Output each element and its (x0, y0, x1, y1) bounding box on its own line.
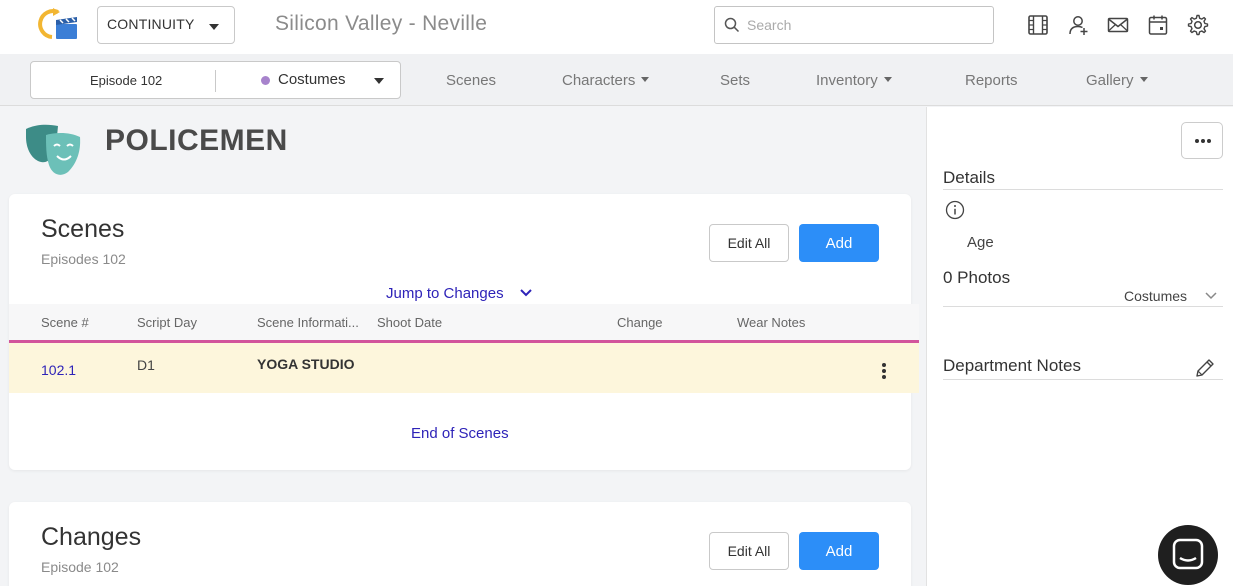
department-select[interactable]: Costumes (278, 71, 346, 88)
settings-icon[interactable] (1187, 14, 1209, 36)
age-label: Age (967, 234, 994, 251)
app-mode-label: CONTINUITY (107, 16, 195, 32)
divider (943, 379, 1223, 380)
caret-down-icon (883, 76, 892, 82)
divider (215, 70, 216, 92)
nav-sets[interactable]: Sets (720, 72, 750, 89)
column-header[interactable]: Scene Informati... (257, 315, 359, 330)
department-color-dot (261, 76, 270, 85)
search-input[interactable] (747, 15, 985, 35)
scene-information: YOGA STUDIO (257, 356, 355, 372)
app-logo-icon[interactable] (38, 6, 80, 44)
nav-label: Reports (965, 72, 1018, 89)
scenes-table-header: Scene # Script Day Scene Informati... Sh… (9, 304, 919, 340)
more-options-button[interactable] (1181, 122, 1223, 159)
changes-edit-all-button[interactable]: Edit All (709, 532, 789, 570)
chevron-down-icon[interactable] (1205, 290, 1217, 300)
column-header[interactable]: Change (617, 315, 663, 330)
table-row[interactable]: 102.1 D1 YOGA STUDIO (9, 343, 919, 393)
changes-title: Changes (41, 523, 142, 551)
episode-select[interactable]: Episode 102 (90, 73, 162, 88)
edit-pencil-icon[interactable] (1194, 357, 1216, 379)
nav-label: Scenes (446, 72, 497, 89)
jump-label: Jump to Changes (386, 285, 504, 302)
jump-to-changes-link[interactable]: Jump to Changes (386, 285, 532, 302)
caret-down-icon (1139, 76, 1148, 82)
caret-down-icon[interactable] (374, 78, 384, 84)
search-box[interactable] (714, 6, 994, 44)
info-icon[interactable] (945, 200, 965, 220)
project-title: Silicon Valley - Neville (275, 12, 488, 35)
changes-subtitle: Episode 102 (41, 559, 119, 575)
scene-number-link[interactable]: 102.1 (41, 362, 76, 378)
page-title: POLICEMEN (105, 124, 288, 157)
chat-launcher-button[interactable] (1158, 525, 1218, 585)
department-notes-heading: Department Notes (943, 356, 1081, 375)
film-icon[interactable] (1027, 14, 1049, 36)
scenes-subtitle: Episodes 102 (41, 251, 126, 267)
nav-characters[interactable]: Characters (562, 72, 650, 89)
mail-icon[interactable] (1107, 14, 1129, 36)
add-user-icon[interactable] (1067, 14, 1089, 36)
scenes-add-button[interactable]: Add (799, 224, 879, 262)
chevron-down-icon (520, 289, 532, 297)
top-bar: CONTINUITY Silicon Valley - Neville (0, 0, 1233, 54)
nav-gallery[interactable]: Gallery (1086, 72, 1148, 89)
scenes-title: Scenes (41, 215, 125, 243)
chat-icon (1172, 538, 1204, 570)
column-header[interactable]: Shoot Date (377, 315, 442, 330)
column-header[interactable]: Wear Notes (737, 315, 805, 330)
caret-down-icon (641, 76, 650, 82)
nav-label: Gallery (1086, 72, 1134, 89)
nav-label: Characters (562, 72, 636, 89)
column-header[interactable]: Scene # (41, 315, 89, 330)
script-day: D1 (137, 357, 155, 373)
calendar-icon[interactable] (1147, 14, 1169, 36)
divider (943, 306, 1223, 307)
row-menu-icon[interactable] (877, 363, 891, 381)
nav-reports[interactable]: Reports (965, 72, 1018, 89)
scenes-edit-all-button[interactable]: Edit All (709, 224, 789, 262)
caret-down-icon (209, 24, 219, 30)
nav-bar: Episode 102 Costumes Scenes Characters S… (0, 54, 1233, 106)
theater-masks-icon (26, 124, 81, 175)
changes-add-button[interactable]: Add (799, 532, 879, 570)
details-heading: Details (943, 168, 995, 187)
app-mode-select[interactable]: CONTINUITY (97, 6, 235, 44)
changes-card: Changes Episode 102 Edit All Add (9, 502, 911, 586)
divider (943, 189, 1223, 190)
photos-department-filter[interactable]: Costumes (1124, 288, 1187, 304)
search-icon (724, 17, 740, 33)
photos-heading: 0 Photos (943, 268, 1011, 287)
column-header[interactable]: Script Day (137, 315, 197, 330)
episode-department-select[interactable]: Episode 102 Costumes (30, 61, 401, 99)
end-of-scenes-link[interactable]: End of Scenes (411, 425, 509, 442)
nav-label: Inventory (816, 72, 878, 89)
nav-inventory[interactable]: Inventory (816, 72, 892, 89)
details-panel: Details Age 0 Photos Costumes Department… (926, 107, 1233, 586)
nav-label: Sets (720, 72, 751, 89)
nav-scenes[interactable]: Scenes (446, 72, 496, 89)
